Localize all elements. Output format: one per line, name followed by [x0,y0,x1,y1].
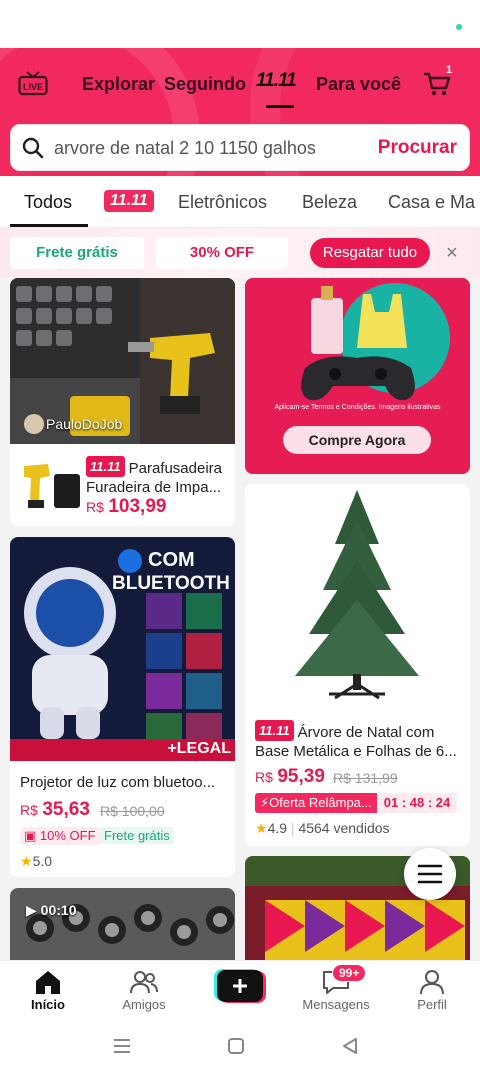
banner-text-1: COM [148,549,195,571]
svg-text:LIVE: LIVE [23,82,43,92]
tab-seguindo[interactable]: Seguindo [164,74,246,95]
star-icon: ★ [20,853,33,869]
product-thumb-drill [18,456,82,518]
category-eletronicos[interactable]: Eletrônicos [178,192,267,213]
close-icon[interactable]: × [446,242,458,265]
search-button[interactable]: Procurar [378,137,457,159]
ad-banner-card[interactable]: Aplicam-se Termos e Condições. Imagens i… [245,278,470,474]
free-shipping-tag: Frete grátis [100,827,174,844]
home-system-icon [228,1038,244,1054]
category-tabs: Todos 11.11 Eletrônicos Beleza Casa e Ma [0,176,480,228]
countdown-timer: 01 : 48 : 24 [377,793,457,813]
product-rating: ★4.9 | 4564 vendidos [255,820,390,836]
cart-count: 1 [446,64,453,76]
banner-text-2: BLUETOOTH [112,573,230,594]
product-rating: ★5.0 [20,853,53,869]
lightning-icon: ⚡ [260,795,270,810]
system-nav-bar [0,1020,480,1072]
category-casa[interactable]: Casa e Ma [388,192,475,213]
product-card-video[interactable]: ▶ 00:10 [10,888,235,968]
nav-perfil[interactable]: Perfil [392,965,472,1012]
category-1111[interactable]: 11.11 [104,190,154,212]
friends-icon [130,971,158,994]
category-active-indicator [10,224,88,227]
back-icon [343,1038,357,1054]
tab-1111[interactable]: 11.11 [256,70,297,92]
product-image-drill: PauloDoJob [10,278,235,444]
home-icon [36,971,60,994]
notification-dot-icon [456,24,462,30]
compre-agora-button[interactable]: Compre Agora [283,426,431,454]
product-price: R$ 35,63 [20,799,90,820]
hamburger-icon [417,864,443,884]
product-card-drill[interactable]: PauloDoJob 11.11 Parafusadeira Furadeira … [10,278,235,526]
bottom-nav: Início Amigos Mensagens 99+ Perfil [0,960,480,1020]
free-shipping-coupon[interactable]: Frete grátis [10,237,144,269]
menu-button[interactable] [404,848,456,900]
product-card-tree[interactable]: 11.11 Árvore de Natal com Base Metálica e… [245,484,470,846]
product-image-video [10,888,235,968]
product-price: R$ 95,39 [255,766,325,787]
product-price: R$ 103,99 [86,496,167,517]
video-duration: ▶ 00:10 [26,902,77,918]
original-price: R$ 100,00 [100,803,165,819]
nav-amigos[interactable]: Amigos [104,965,184,1012]
discount-icon: ▣ [24,828,37,843]
ad-disclaimer: Aplicam-se Termos e Condições. Imagens i… [274,404,441,411]
tab-explorar[interactable]: Explorar [82,74,155,95]
profile-icon [420,970,444,995]
nav-inicio[interactable]: Início [8,965,88,1012]
messages-badge: 99+ [332,964,367,982]
search-input[interactable]: arvore de natal 2 10 1150 galhos [54,138,316,159]
search-bar[interactable]: arvore de natal 2 10 1150 galhos Procura… [10,124,470,171]
original-price: R$ 131,99 [333,770,398,786]
star-icon: ★ [255,820,268,836]
status-bar [0,0,480,48]
banner-text-3: +LEGAL [167,740,231,757]
live-tv-icon[interactable]: LIVE [18,70,48,96]
badge-1111: 11.11 [255,720,294,741]
product-image-projector: COM BLUETOOTH +LEGAL [10,537,235,761]
active-tab-indicator [266,105,294,108]
discount-tag: ▣ 10% OFF [20,827,100,845]
product-card-projector[interactable]: COM BLUETOOTH +LEGAL Projetor de luz com… [10,537,235,877]
discount-coupon[interactable]: 30% OFF [156,237,288,269]
coupon-strip: Frete grátis 30% OFF Resgatar tudo × [0,228,480,278]
tab-para-voce[interactable]: Para você [316,74,401,95]
category-todos[interactable]: Todos [24,192,72,213]
search-icon [22,137,44,159]
badge-1111: 11.11 [86,456,125,477]
create-post-button[interactable] [214,969,266,1003]
play-icon: ▶ [26,902,37,918]
category-beleza[interactable]: Beleza [302,192,357,213]
shop-page: LIVE Explorar Seguindo 11.11 Para você 1… [0,0,480,1072]
creator-name: PauloDoJob [46,416,123,432]
product-title: Projetor de luz com bluetoo... [20,774,216,791]
product-image-tree [245,484,470,710]
recent-apps-icon [114,1039,130,1053]
redeem-all-button[interactable]: Resgatar tudo [310,238,430,268]
sold-count: 4564 vendidos [298,820,390,836]
flash-sale-tag: ⚡Oferta Relâmpa... [255,793,377,813]
